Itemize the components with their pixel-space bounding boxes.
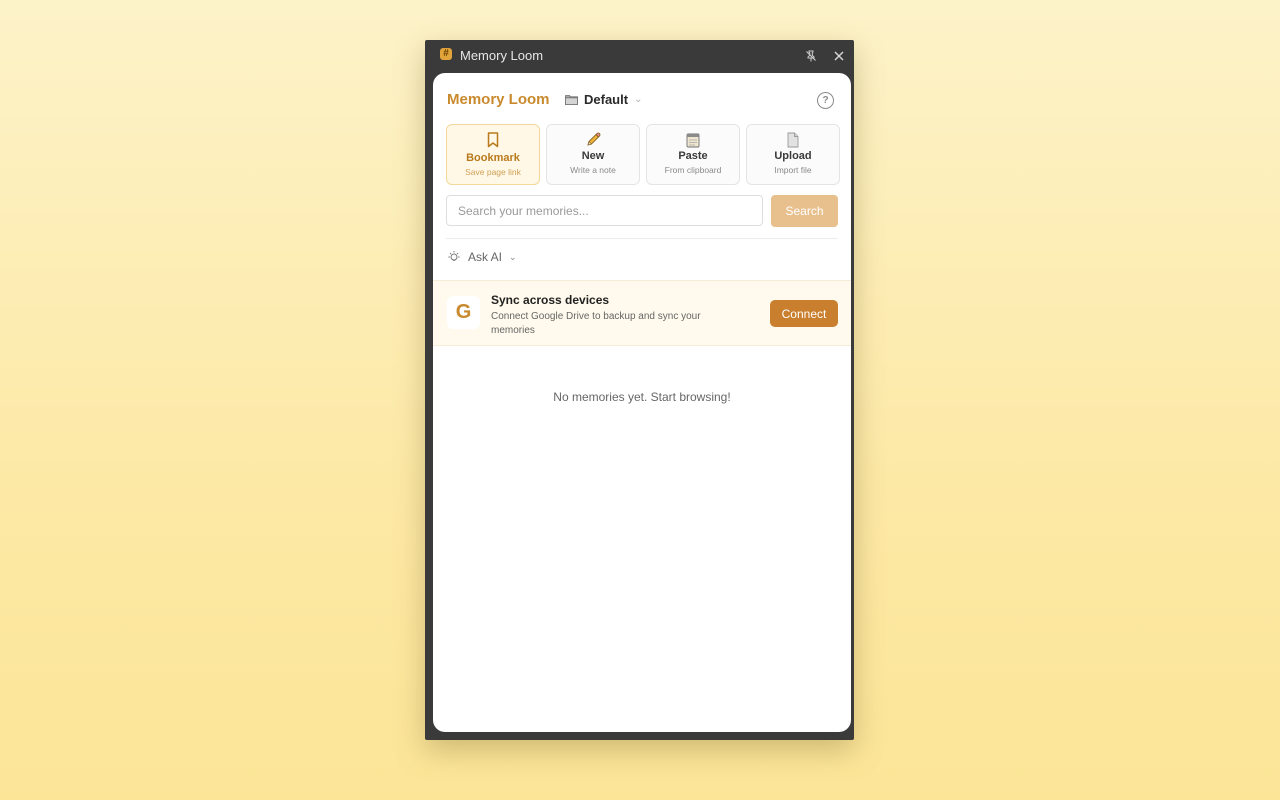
sync-description: Connect Google Drive to backup and sync … [491, 311, 701, 336]
google-drive-logo: G [447, 296, 480, 329]
action-title: New [581, 150, 605, 162]
empty-state-message: No memories yet. Start browsing! [553, 390, 731, 404]
close-button[interactable] [830, 47, 848, 65]
action-subtitle: Write a note [570, 165, 616, 175]
question-icon: ? [822, 95, 829, 106]
new-note-action[interactable]: New Write a note [546, 124, 640, 185]
bookmark-icon [487, 132, 499, 148]
paste-action[interactable]: Paste From clipboard [646, 124, 740, 185]
chevron-down-icon: ⌄ [509, 251, 517, 262]
window-title: Memory Loom [460, 48, 544, 63]
extension-window: # Memory Loom Memory Loom Default ⌄ ? Bo… [425, 40, 854, 740]
bookmark-action[interactable]: Bookmark Save page link [446, 124, 540, 185]
sync-title: Sync across devices [491, 293, 610, 307]
collection-selector[interactable]: Default ⌄ [565, 92, 642, 107]
action-title: Paste [678, 150, 708, 162]
search-input[interactable] [446, 195, 763, 226]
title-bar: # Memory Loom [425, 40, 854, 72]
ask-ai-toggle[interactable]: Ask AI ⌄ [447, 250, 517, 264]
app-icon: # [440, 48, 452, 60]
divider [446, 238, 838, 239]
pencil-icon [587, 132, 601, 146]
close-icon [834, 51, 844, 61]
folder-icon [565, 95, 578, 105]
brand-title: Memory Loom [447, 91, 550, 108]
chevron-down-icon: ⌄ [634, 94, 643, 105]
action-subtitle: From clipboard [664, 165, 722, 175]
action-title: Upload [774, 150, 812, 162]
clipboard-icon [686, 133, 700, 148]
collection-name: Default [584, 92, 629, 107]
sync-banner: G Sync across devices Connect Google Dri… [433, 280, 851, 346]
main-panel: Memory Loom Default ⌄ ? Bookmark Save pa… [433, 73, 851, 732]
action-subtitle: Import file [774, 165, 812, 175]
help-button[interactable]: ? [817, 92, 834, 109]
file-icon [787, 132, 799, 148]
lightbulb-icon [448, 251, 460, 261]
ask-ai-label: Ask AI [468, 250, 503, 264]
action-subtitle: Save page link [465, 167, 521, 177]
unpin-button[interactable] [802, 47, 820, 65]
pin-off-icon [806, 50, 816, 62]
connect-button[interactable]: Connect [770, 300, 838, 327]
upload-action[interactable]: Upload Import file [746, 124, 840, 185]
search-button[interactable]: Search [771, 195, 838, 227]
quick-actions: Bookmark Save page link New Write a note [446, 124, 840, 185]
action-title: Bookmark [466, 152, 520, 164]
